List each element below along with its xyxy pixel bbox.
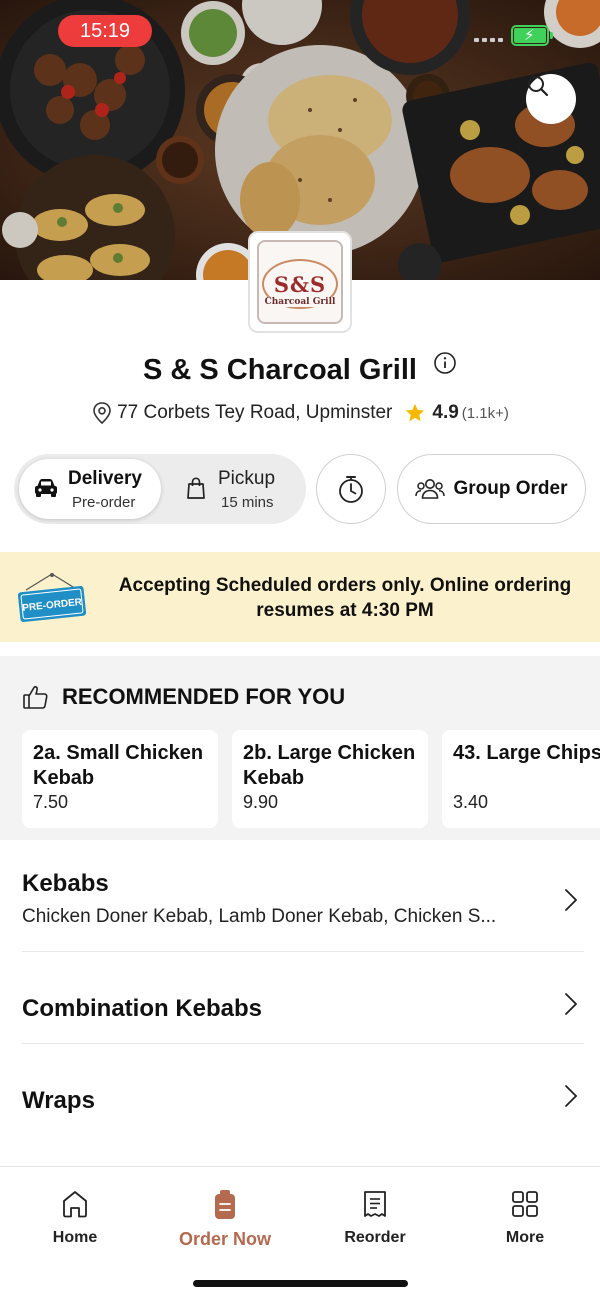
battery-icon: ⚡ <box>511 25 553 46</box>
info-icon[interactable] <box>433 350 457 383</box>
nav-more[interactable]: More <box>465 1189 585 1247</box>
car-icon <box>35 479 57 497</box>
scheduled-orders-banner: PRE-ORDER Accepting Scheduled orders onl… <box>0 552 600 642</box>
star-icon <box>406 403 425 422</box>
restaurant-name-row: S & S Charcoal Grill <box>0 350 600 387</box>
group-order-label: Group Order <box>453 478 568 499</box>
receipt-icon <box>364 1191 386 1217</box>
nav-label: Home <box>52 1229 98 1246</box>
category-description: Chicken Doner Kebab, Lamb Doner Kebab, C… <box>22 906 497 927</box>
rating-value: 4.9 <box>432 402 459 423</box>
order-icon <box>215 1190 235 1219</box>
recommended-item-name: 43. Large Chips <box>453 742 600 764</box>
recommended-item-price: 7.50 <box>33 792 69 812</box>
recommended-item-card[interactable]: 43. Large Chips 3.40 <box>442 730 600 828</box>
category-row-wraps[interactable]: Wraps <box>22 1085 584 1115</box>
nav-label: Reorder <box>344 1229 406 1246</box>
recommended-item-price: 3.40 <box>453 792 489 812</box>
nav-label: Order Now <box>178 1229 271 1249</box>
address-row: 77 Corbets Tey Road, Upminster 4.9 (1.1k… <box>0 401 600 425</box>
status-time: 15:19 <box>58 15 152 47</box>
recommended-heading: RECOMMENDED FOR YOU <box>22 684 345 710</box>
signal-icon <box>474 38 503 42</box>
nav-home[interactable]: Home <box>15 1189 135 1247</box>
banner-message: Accepting Scheduled orders only. Online … <box>118 575 572 621</box>
recommended-item-card[interactable]: 2a. Small Chicken Kebab 7.50 <box>22 730 218 828</box>
recommended-item-name: 2b. Large Chicken Kebab <box>243 742 416 789</box>
order-mode-toggle: Delivery Pre-order Pickup 15 mins <box>14 454 306 524</box>
chevron-right-icon <box>565 1085 578 1107</box>
delivery-option[interactable]: Delivery Pre-order <box>19 459 161 519</box>
nav-reorder[interactable]: Reorder <box>315 1189 435 1247</box>
restaurant-address: 77 Corbets Tey Road, Upminster <box>117 402 393 423</box>
category-row-combination-kebabs[interactable]: Combination Kebabs <box>22 993 584 1023</box>
logo-text: S&S <box>273 271 327 297</box>
divider <box>22 1043 584 1044</box>
pickup-sub: 15 mins <box>221 494 274 511</box>
recommended-item-price: 9.90 <box>243 792 279 812</box>
schedule-time-button[interactable] <box>316 454 386 524</box>
group-people-icon <box>415 479 446 499</box>
home-indicator <box>193 1280 408 1287</box>
divider <box>22 951 584 952</box>
delivery-label: Delivery <box>68 468 142 489</box>
group-order-button[interactable]: Group Order <box>397 454 586 524</box>
delivery-sub: Pre-order <box>72 494 136 511</box>
category-name: Combination Kebabs <box>22 995 263 1022</box>
restaurant-logo: S&S Charcoal Grill <box>248 231 352 333</box>
home-icon <box>63 1191 87 1218</box>
chevron-right-icon <box>565 889 578 911</box>
restaurant-name: S & S Charcoal Grill <box>142 354 417 386</box>
category-name: Kebabs <box>22 870 109 897</box>
category-name: Wraps <box>22 1087 95 1114</box>
chevron-right-icon <box>565 993 578 1015</box>
recommended-item-card[interactable]: 2b. Large Chicken Kebab 9.90 <box>232 730 428 828</box>
nav-label: More <box>505 1229 545 1246</box>
logo-subtext: Charcoal Grill <box>261 297 339 307</box>
recommended-heading-text: RECOMMENDED FOR YOU <box>62 684 346 709</box>
pickup-label: Pickup <box>218 468 276 489</box>
shopping-bag-icon <box>187 477 205 499</box>
recommended-section: RECOMMENDED FOR YOU 2a. Small Chicken Ke… <box>0 656 600 840</box>
search-button[interactable] <box>526 74 576 124</box>
location-pin-icon <box>93 402 111 425</box>
category-row-kebabs[interactable]: Kebabs Chicken Doner Kebab, Lamb Doner K… <box>22 870 584 928</box>
rating-count: (1.1k+) <box>461 404 509 422</box>
pre-order-sign-icon: PRE-ORDER <box>17 573 87 623</box>
stopwatch-icon <box>339 476 363 503</box>
recommended-item-name: 2a. Small Chicken Kebab <box>33 742 204 789</box>
grid-icon <box>512 1191 538 1217</box>
bottom-navigation: Home Order Now Reorder More <box>0 1166 600 1298</box>
thumbs-up-icon <box>23 686 48 709</box>
nav-order-now[interactable]: Order Now <box>165 1189 285 1250</box>
search-icon <box>528 76 549 97</box>
